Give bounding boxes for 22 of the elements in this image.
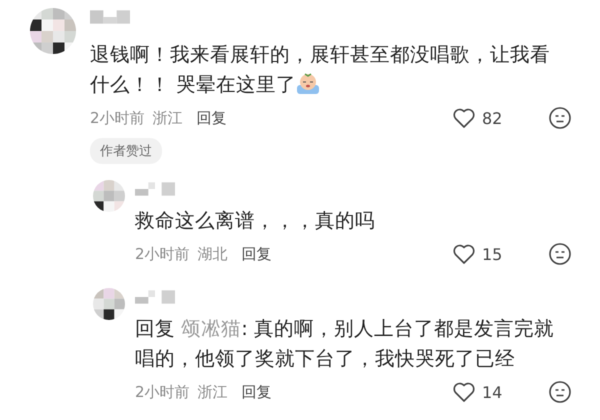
comment-location: 浙江 (198, 382, 228, 402)
comment-location: 浙江 (152, 108, 183, 128)
reply-link[interactable]: 回复 (242, 244, 272, 264)
dislike-icon[interactable] (548, 380, 572, 404)
reply-link[interactable]: 回复 (242, 382, 272, 402)
heart-icon[interactable] (452, 380, 476, 404)
dislike-icon[interactable] (548, 106, 572, 130)
author-liked-badge: 作者赞过 (90, 138, 162, 164)
comment-text: 退钱啊！我来看展轩的，展轩甚至都没唱歌，让我看什么！！ 哭晕在这里了 (90, 42, 551, 98)
dislike-icon[interactable] (548, 242, 572, 266)
reply-text: 回复 颂凇猫: 真的啊，别人上台了都是发言完就唱的，他领了奖就下台了，我快哭死了已经 (135, 316, 555, 372)
reply-text: 救命这么离谱，，，真的吗 (135, 208, 376, 234)
comment-time: 2小时前 (135, 244, 190, 264)
comment-time: 2小时前 (90, 108, 145, 128)
like-count: 14 (482, 382, 504, 402)
like-count: 15 (482, 244, 504, 264)
heart-icon[interactable] (452, 242, 476, 266)
comment-time: 2小时前 (135, 382, 190, 402)
comment-location: 湖北 (198, 244, 228, 264)
reply-link[interactable]: 回复 (196, 108, 227, 128)
heart-icon[interactable] (452, 106, 476, 130)
like-count: 82 (482, 108, 504, 128)
